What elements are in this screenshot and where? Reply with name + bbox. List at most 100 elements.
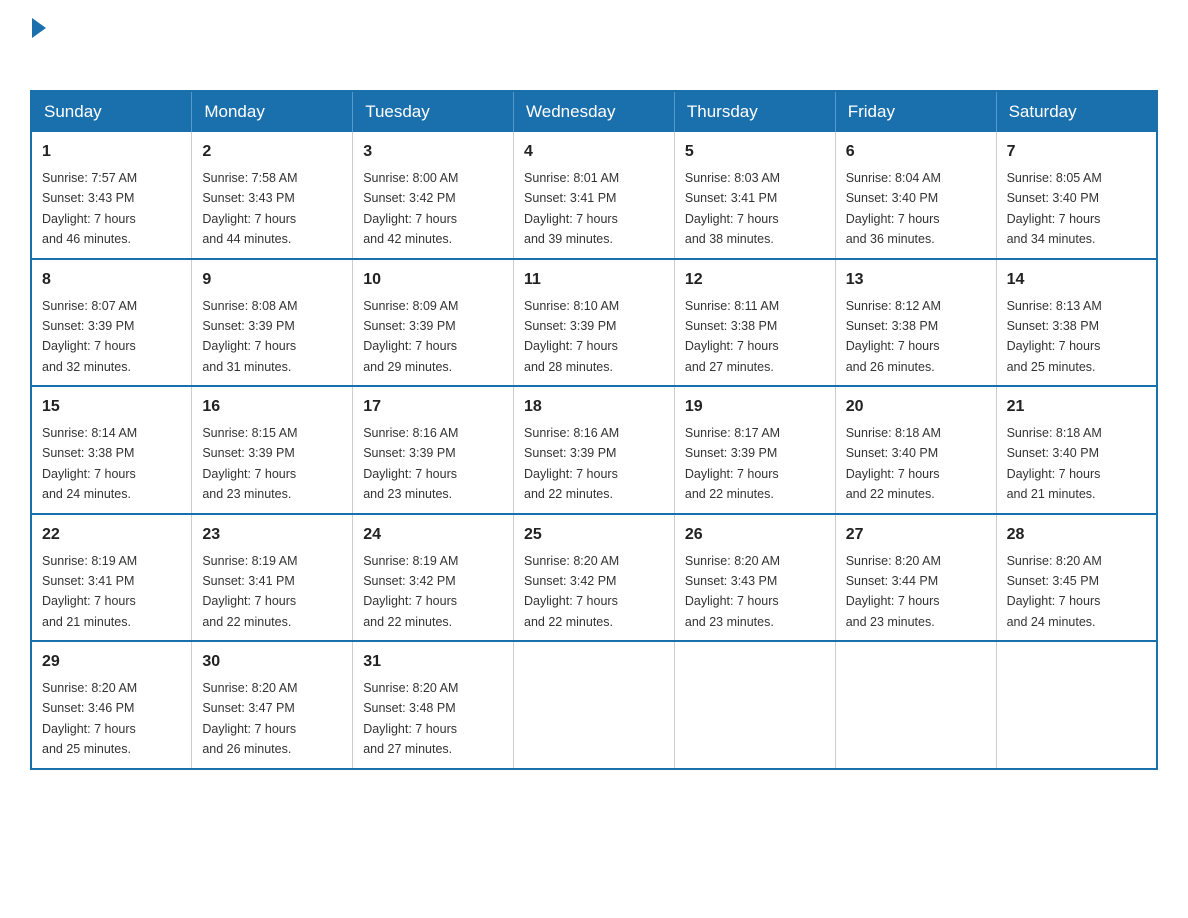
day-number: 14: [1007, 268, 1146, 292]
calendar-cell: 19 Sunrise: 8:17 AMSunset: 3:39 PMDaylig…: [674, 386, 835, 514]
day-info: Sunrise: 8:20 AMSunset: 3:47 PMDaylight:…: [202, 681, 297, 756]
day-number: 21: [1007, 395, 1146, 419]
day-info: Sunrise: 8:19 AMSunset: 3:42 PMDaylight:…: [363, 554, 458, 629]
calendar-cell: 29 Sunrise: 8:20 AMSunset: 3:46 PMDaylig…: [31, 641, 192, 769]
day-number: 3: [363, 140, 503, 164]
day-info: Sunrise: 8:16 AMSunset: 3:39 PMDaylight:…: [524, 426, 619, 501]
calendar-cell: 18 Sunrise: 8:16 AMSunset: 3:39 PMDaylig…: [514, 386, 675, 514]
calendar-cell: 15 Sunrise: 8:14 AMSunset: 3:38 PMDaylig…: [31, 386, 192, 514]
calendar-header-row: SundayMondayTuesdayWednesdayThursdayFrid…: [31, 91, 1157, 132]
calendar-cell: 9 Sunrise: 8:08 AMSunset: 3:39 PMDayligh…: [192, 259, 353, 387]
day-info: Sunrise: 8:04 AMSunset: 3:40 PMDaylight:…: [846, 171, 941, 246]
day-number: 10: [363, 268, 503, 292]
day-info: Sunrise: 8:19 AMSunset: 3:41 PMDaylight:…: [202, 554, 297, 629]
logo-arrow-icon: [32, 18, 46, 38]
day-number: 22: [42, 523, 181, 547]
calendar-cell: [514, 641, 675, 769]
calendar-week-row: 8 Sunrise: 8:07 AMSunset: 3:39 PMDayligh…: [31, 259, 1157, 387]
logo: [30, 20, 46, 70]
day-info: Sunrise: 8:12 AMSunset: 3:38 PMDaylight:…: [846, 299, 941, 374]
day-info: Sunrise: 8:17 AMSunset: 3:39 PMDaylight:…: [685, 426, 780, 501]
calendar-cell: 20 Sunrise: 8:18 AMSunset: 3:40 PMDaylig…: [835, 386, 996, 514]
day-info: Sunrise: 8:08 AMSunset: 3:39 PMDaylight:…: [202, 299, 297, 374]
weekday-header-thursday: Thursday: [674, 91, 835, 132]
day-number: 27: [846, 523, 986, 547]
day-number: 20: [846, 395, 986, 419]
day-info: Sunrise: 8:20 AMSunset: 3:43 PMDaylight:…: [685, 554, 780, 629]
day-info: Sunrise: 7:58 AMSunset: 3:43 PMDaylight:…: [202, 171, 297, 246]
day-info: Sunrise: 8:20 AMSunset: 3:48 PMDaylight:…: [363, 681, 458, 756]
day-number: 5: [685, 140, 825, 164]
calendar-cell: 23 Sunrise: 8:19 AMSunset: 3:41 PMDaylig…: [192, 514, 353, 642]
day-info: Sunrise: 8:18 AMSunset: 3:40 PMDaylight:…: [846, 426, 941, 501]
day-number: 31: [363, 650, 503, 674]
calendar-cell: 12 Sunrise: 8:11 AMSunset: 3:38 PMDaylig…: [674, 259, 835, 387]
calendar-cell: 1 Sunrise: 7:57 AMSunset: 3:43 PMDayligh…: [31, 132, 192, 259]
calendar-week-row: 1 Sunrise: 7:57 AMSunset: 3:43 PMDayligh…: [31, 132, 1157, 259]
day-number: 15: [42, 395, 181, 419]
day-info: Sunrise: 8:01 AMSunset: 3:41 PMDaylight:…: [524, 171, 619, 246]
calendar-cell: 24 Sunrise: 8:19 AMSunset: 3:42 PMDaylig…: [353, 514, 514, 642]
day-number: 18: [524, 395, 664, 419]
day-number: 4: [524, 140, 664, 164]
calendar-table: SundayMondayTuesdayWednesdayThursdayFrid…: [30, 90, 1158, 770]
weekday-header-friday: Friday: [835, 91, 996, 132]
day-number: 7: [1007, 140, 1146, 164]
calendar-cell: 7 Sunrise: 8:05 AMSunset: 3:40 PMDayligh…: [996, 132, 1157, 259]
day-info: Sunrise: 8:11 AMSunset: 3:38 PMDaylight:…: [685, 299, 779, 374]
calendar-cell: 21 Sunrise: 8:18 AMSunset: 3:40 PMDaylig…: [996, 386, 1157, 514]
calendar-cell: 25 Sunrise: 8:20 AMSunset: 3:42 PMDaylig…: [514, 514, 675, 642]
calendar-cell: 3 Sunrise: 8:00 AMSunset: 3:42 PMDayligh…: [353, 132, 514, 259]
day-number: 13: [846, 268, 986, 292]
day-info: Sunrise: 8:05 AMSunset: 3:40 PMDaylight:…: [1007, 171, 1102, 246]
day-info: Sunrise: 8:15 AMSunset: 3:39 PMDaylight:…: [202, 426, 297, 501]
day-info: Sunrise: 8:20 AMSunset: 3:42 PMDaylight:…: [524, 554, 619, 629]
day-info: Sunrise: 8:10 AMSunset: 3:39 PMDaylight:…: [524, 299, 619, 374]
calendar-cell: 27 Sunrise: 8:20 AMSunset: 3:44 PMDaylig…: [835, 514, 996, 642]
day-number: 23: [202, 523, 342, 547]
calendar-cell: 4 Sunrise: 8:01 AMSunset: 3:41 PMDayligh…: [514, 132, 675, 259]
day-number: 30: [202, 650, 342, 674]
day-info: Sunrise: 8:16 AMSunset: 3:39 PMDaylight:…: [363, 426, 458, 501]
calendar-cell: 5 Sunrise: 8:03 AMSunset: 3:41 PMDayligh…: [674, 132, 835, 259]
day-info: Sunrise: 8:18 AMSunset: 3:40 PMDaylight:…: [1007, 426, 1102, 501]
calendar-cell: 13 Sunrise: 8:12 AMSunset: 3:38 PMDaylig…: [835, 259, 996, 387]
day-info: Sunrise: 8:09 AMSunset: 3:39 PMDaylight:…: [363, 299, 458, 374]
weekday-header-tuesday: Tuesday: [353, 91, 514, 132]
day-number: 29: [42, 650, 181, 674]
day-number: 28: [1007, 523, 1146, 547]
day-info: Sunrise: 8:20 AMSunset: 3:44 PMDaylight:…: [846, 554, 941, 629]
calendar-cell: 28 Sunrise: 8:20 AMSunset: 3:45 PMDaylig…: [996, 514, 1157, 642]
calendar-cell: [996, 641, 1157, 769]
calendar-cell: 6 Sunrise: 8:04 AMSunset: 3:40 PMDayligh…: [835, 132, 996, 259]
day-info: Sunrise: 8:00 AMSunset: 3:42 PMDaylight:…: [363, 171, 458, 246]
calendar-cell: [674, 641, 835, 769]
weekday-header-sunday: Sunday: [31, 91, 192, 132]
day-number: 24: [363, 523, 503, 547]
weekday-header-saturday: Saturday: [996, 91, 1157, 132]
day-number: 25: [524, 523, 664, 547]
day-number: 8: [42, 268, 181, 292]
weekday-header-wednesday: Wednesday: [514, 91, 675, 132]
day-number: 9: [202, 268, 342, 292]
day-number: 11: [524, 268, 664, 292]
calendar-week-row: 15 Sunrise: 8:14 AMSunset: 3:38 PMDaylig…: [31, 386, 1157, 514]
day-number: 1: [42, 140, 181, 164]
calendar-week-row: 22 Sunrise: 8:19 AMSunset: 3:41 PMDaylig…: [31, 514, 1157, 642]
day-number: 2: [202, 140, 342, 164]
calendar-cell: 30 Sunrise: 8:20 AMSunset: 3:47 PMDaylig…: [192, 641, 353, 769]
day-number: 26: [685, 523, 825, 547]
day-info: Sunrise: 7:57 AMSunset: 3:43 PMDaylight:…: [42, 171, 137, 246]
calendar-cell: 16 Sunrise: 8:15 AMSunset: 3:39 PMDaylig…: [192, 386, 353, 514]
calendar-cell: 2 Sunrise: 7:58 AMSunset: 3:43 PMDayligh…: [192, 132, 353, 259]
calendar-cell: 26 Sunrise: 8:20 AMSunset: 3:43 PMDaylig…: [674, 514, 835, 642]
day-number: 19: [685, 395, 825, 419]
day-info: Sunrise: 8:07 AMSunset: 3:39 PMDaylight:…: [42, 299, 137, 374]
calendar-cell: 17 Sunrise: 8:16 AMSunset: 3:39 PMDaylig…: [353, 386, 514, 514]
calendar-cell: 14 Sunrise: 8:13 AMSunset: 3:38 PMDaylig…: [996, 259, 1157, 387]
day-number: 6: [846, 140, 986, 164]
calendar-cell: 22 Sunrise: 8:19 AMSunset: 3:41 PMDaylig…: [31, 514, 192, 642]
day-info: Sunrise: 8:03 AMSunset: 3:41 PMDaylight:…: [685, 171, 780, 246]
day-number: 12: [685, 268, 825, 292]
day-info: Sunrise: 8:20 AMSunset: 3:45 PMDaylight:…: [1007, 554, 1102, 629]
